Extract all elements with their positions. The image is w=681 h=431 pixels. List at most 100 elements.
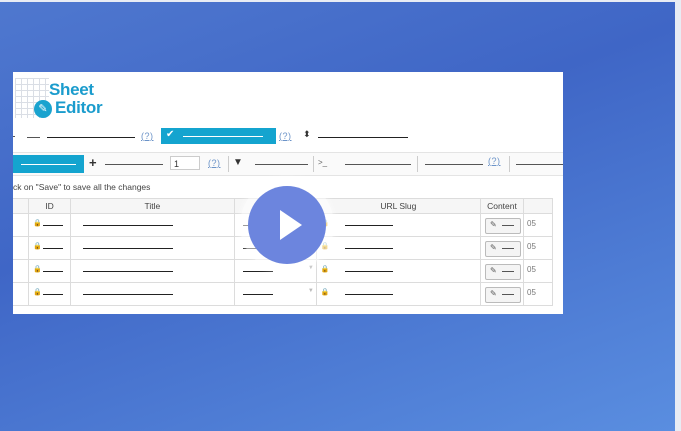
button-label-placeholder — [21, 164, 76, 165]
background-right-edge — [675, 0, 681, 431]
toolbar-item[interactable] — [425, 164, 483, 165]
divider — [313, 156, 314, 172]
help-link[interactable]: (?) — [208, 158, 221, 168]
cell-value — [43, 271, 64, 272]
cell-value — [82, 248, 173, 249]
cell-value — [344, 271, 393, 272]
play-icon — [280, 210, 302, 240]
date-cell[interactable]: 05 — [523, 213, 553, 237]
separator — [13, 136, 15, 137]
button-label-placeholder — [183, 136, 263, 137]
help-link[interactable]: (?) — [279, 131, 292, 141]
play-button[interactable] — [248, 186, 326, 264]
lock-icon: 🔒 — [33, 266, 42, 273]
divider — [417, 156, 418, 172]
extra-cell[interactable]: ▼ — [233, 282, 317, 306]
column-header-content[interactable]: Content — [479, 198, 525, 214]
cell-value — [43, 294, 64, 295]
save-button[interactable] — [13, 155, 84, 173]
button-label-placeholder — [501, 271, 514, 272]
toolbar-item[interactable] — [345, 164, 411, 165]
toolbar-row-2: + 1 (?) ▼ >_ (?) — [13, 152, 563, 176]
row-number-cell: 3 — [13, 236, 30, 260]
rows-count-input[interactable]: 1 — [170, 156, 200, 170]
title-cell[interactable] — [69, 213, 235, 237]
content-cell[interactable]: ✎ — [479, 282, 525, 306]
edit-icon: ✎ — [489, 220, 497, 229]
content-cell[interactable]: ✎ — [479, 259, 525, 283]
column-header-id[interactable]: ID — [28, 198, 71, 214]
url-slug-cell[interactable]: 🔒 — [315, 259, 481, 283]
edit-content-button[interactable]: ✎ — [484, 241, 521, 257]
date-cell[interactable]: 05 — [523, 259, 553, 283]
help-link[interactable]: (?) — [488, 156, 501, 166]
row-number-cell: 2 — [13, 213, 30, 237]
dropdown-arrow-icon[interactable]: ▼ — [308, 288, 314, 294]
date-cell[interactable]: 05 — [523, 282, 553, 306]
title-cell[interactable] — [69, 282, 235, 306]
date-value: 05 — [527, 242, 536, 251]
row-number-cell: 4 — [13, 259, 30, 283]
cell-value — [344, 294, 393, 295]
cell-value — [82, 294, 173, 295]
column-header-title[interactable]: Title — [69, 198, 235, 214]
date-cell[interactable]: 05 — [523, 236, 553, 260]
cell-value — [242, 294, 273, 295]
edit-content-button[interactable]: ✎ — [484, 264, 521, 280]
id-cell: 🔒 — [28, 213, 71, 237]
logo-text-line1: Sheet — [49, 80, 94, 99]
edit-badge-icon: ✎ — [34, 100, 52, 118]
search-label[interactable] — [255, 164, 308, 165]
date-value: 05 — [527, 265, 536, 274]
cell-value — [43, 248, 64, 249]
lock-icon: 🔒 — [33, 289, 42, 296]
url-slug-cell[interactable]: 🔒 — [315, 282, 481, 306]
button-label-placeholder — [501, 294, 514, 295]
save-hint: ck on "Save" to save all the changes — [13, 182, 151, 192]
content-cell[interactable]: ✎ — [479, 213, 525, 237]
toolbar-item[interactable] — [27, 137, 40, 138]
toolbar-select[interactable] — [318, 137, 408, 138]
divider — [228, 156, 229, 172]
checkmark-icon: ✔ — [166, 129, 175, 140]
id-cell: 🔒 — [28, 236, 71, 260]
filter-icon[interactable]: ▼ — [233, 157, 243, 168]
title-cell[interactable] — [69, 259, 235, 283]
plus-icon[interactable]: + — [89, 155, 97, 170]
lock-icon: 🔒 — [320, 266, 330, 273]
button-label-placeholder — [501, 248, 514, 249]
lock-icon: 🔒 — [33, 243, 42, 250]
id-cell: 🔒 — [28, 282, 71, 306]
terminal-icon[interactable]: >_ — [318, 158, 327, 167]
cell-value — [43, 225, 64, 226]
url-slug-cell[interactable]: 🔒 — [315, 236, 481, 260]
toolbar-dropdown[interactable] — [47, 137, 135, 138]
cell-value — [82, 225, 173, 226]
table-row: 5 🔒 ▼ 🔒 ✎ 05 — [13, 282, 553, 306]
logo-text-line2: Editor — [55, 98, 103, 117]
url-slug-cell[interactable]: 🔒 — [315, 213, 481, 237]
sort-icon[interactable]: ⬍ — [303, 129, 311, 140]
edit-icon: ✎ — [489, 243, 497, 252]
add-rows-label — [105, 164, 163, 165]
content-cell[interactable]: ✎ — [479, 236, 525, 260]
edit-content-button[interactable]: ✎ — [484, 218, 521, 234]
background-top-edge — [0, 0, 681, 2]
id-cell: 🔒 — [28, 259, 71, 283]
lock-icon: 🔒 — [320, 289, 330, 296]
cell-value — [344, 248, 393, 249]
cell-value — [242, 271, 273, 272]
help-link[interactable]: (?) — [141, 131, 154, 141]
title-cell[interactable] — [69, 236, 235, 260]
toolbar-item[interactable] — [516, 164, 563, 165]
column-header-date[interactable] — [523, 198, 553, 214]
primary-action-button[interactable]: ✔ — [161, 128, 276, 144]
row-number-cell: 5 — [13, 282, 30, 306]
toolbar-row-1: (?) ✔ (?) ⬍ — [13, 128, 563, 144]
row-number-header — [13, 198, 30, 214]
edit-content-button[interactable]: ✎ — [484, 287, 521, 303]
edit-icon: ✎ — [489, 289, 497, 298]
column-header-url-slug[interactable]: URL Slug — [315, 198, 481, 214]
sheet-editor-logo: ✎ Sheet Editor — [15, 78, 115, 120]
button-label-placeholder — [501, 225, 514, 226]
